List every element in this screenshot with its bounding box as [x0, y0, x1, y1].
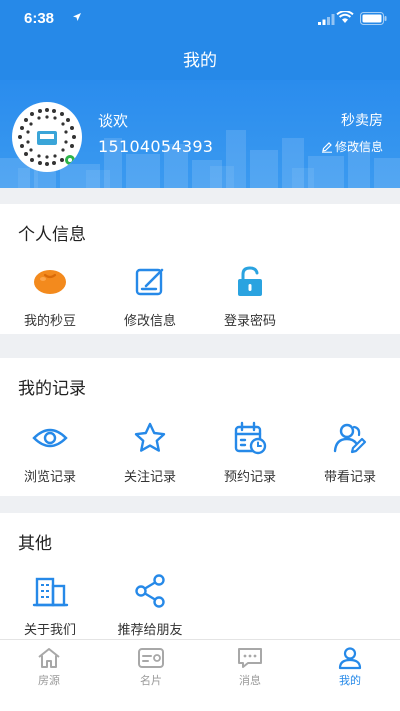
recommend-to-friends-label: 推荐给朋友 — [117, 623, 183, 638]
about-us-label: 关于我们 — [23, 623, 76, 638]
card-icon — [138, 648, 164, 668]
status-time: 6:38 — [24, 10, 55, 27]
tab-business-card-label: 名片 — [140, 674, 162, 687]
location-arrow-icon — [73, 13, 81, 21]
wifi-icon — [336, 11, 354, 23]
follow-history-button[interactable]: 关注记录 — [105, 418, 195, 485]
browse-history-label: 浏览记录 — [23, 470, 76, 485]
person-icon — [338, 647, 362, 670]
tab-messages[interactable]: 消息 — [220, 646, 280, 688]
login-password-label: 登录密码 — [223, 314, 276, 329]
qr-code-avatar[interactable] — [12, 102, 82, 172]
mini-program-code-icon — [18, 108, 76, 166]
users-edit-icon — [333, 423, 367, 454]
edit-info-label: 修改信息 — [123, 314, 176, 329]
top-bar: 6:38 我的 — [0, 0, 400, 80]
user-role: 秒卖房 — [341, 113, 383, 129]
section-title-other: 其他 — [18, 534, 52, 554]
message-icon — [238, 648, 262, 668]
lock-icon — [238, 266, 262, 296]
eye-icon — [32, 428, 68, 448]
house-icon — [38, 648, 60, 668]
records-section: 我的记录 浏览记录 关注记录 预约记录 带看记录 — [0, 358, 400, 496]
status-bar: 6:38 — [0, 0, 400, 40]
calendar-clock-icon — [234, 421, 267, 455]
tab-mine[interactable]: 我的 — [320, 646, 380, 688]
about-us-button[interactable]: 关于我们 — [5, 571, 95, 638]
personal-info-section: 个人信息 我的秒豆 修改信息 登录密码 — [0, 204, 400, 334]
browse-history-button[interactable]: 浏览记录 — [5, 418, 95, 485]
star-icon — [134, 422, 166, 452]
edit-profile-label: 修改信息 — [334, 140, 383, 154]
viewing-history-button[interactable]: 带看记录 — [305, 418, 395, 485]
follow-history-label: 关注记录 — [123, 470, 176, 485]
viewing-history-label: 带看记录 — [323, 470, 376, 485]
recommend-to-friends-button[interactable]: 推荐给朋友 — [105, 571, 195, 638]
share-icon — [135, 574, 165, 608]
section-title-records: 我的记录 — [18, 379, 86, 399]
tab-listings-label: 房源 — [38, 674, 60, 687]
tab-mine-label: 我的 — [339, 674, 361, 687]
edit-profile-link[interactable]: 修改信息 — [321, 138, 383, 155]
bean-icon — [34, 270, 66, 294]
edit-info-button[interactable]: 修改信息 — [105, 262, 195, 329]
other-section: 其他 关于我们 推荐给朋友 — [0, 513, 400, 639]
tab-listings[interactable]: 房源 — [19, 646, 79, 688]
edit-icon — [135, 268, 164, 296]
appointment-history-label: 预约记录 — [223, 470, 276, 485]
page-title: 我的 — [183, 51, 217, 71]
pencil-icon — [321, 141, 332, 153]
login-password-button[interactable]: 登录密码 — [205, 262, 295, 329]
appointment-history-button[interactable]: 预约记录 — [205, 418, 295, 485]
my-beans-button[interactable]: 我的秒豆 — [5, 262, 95, 329]
cellular-signal-icon — [318, 14, 335, 25]
section-title-personal: 个人信息 — [18, 225, 86, 245]
tab-messages-label: 消息 — [239, 674, 261, 687]
user-phone: 15104054393 — [98, 137, 214, 156]
profile-header: 谈欢 15104054393 秒卖房 修改信息 — [0, 80, 400, 188]
my-beans-label: 我的秒豆 — [23, 314, 76, 329]
tab-business-card[interactable]: 名片 — [121, 646, 181, 688]
building-icon — [32, 577, 69, 607]
bottom-tab-bar: 房源 名片 消息 我的 — [0, 639, 400, 711]
user-name: 谈欢 — [98, 112, 129, 130]
battery-icon — [360, 12, 387, 25]
